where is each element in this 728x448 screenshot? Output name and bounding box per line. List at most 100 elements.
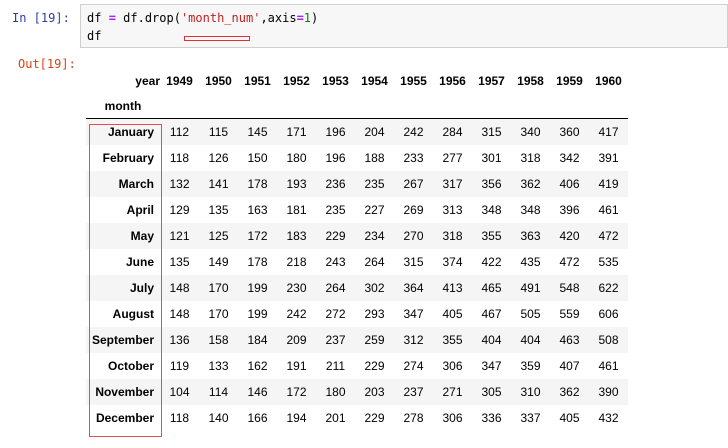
index-name-row: month [86,94,628,119]
table-cell: 364 [403,281,424,295]
table-row: July 148 170 199 230 264 302 364 413 465 491 548 622 [86,275,628,301]
table-cell: 242 [286,307,307,321]
row-index-label: August [112,307,154,321]
table-cell: 183 [286,229,307,243]
column-header-row: year 1949 1950 1951 1952 1953 1954 1955 1956 195… [86,68,628,94]
table-cell: 374 [442,255,463,269]
table-cell: 548 [559,281,580,295]
table-cell: 233 [403,151,424,165]
table-cell: 135 [169,255,190,269]
table-cell: 140 [208,411,229,425]
row-index-label: March [118,177,154,191]
table-cell: 405 [559,411,580,425]
table-cell: 234 [364,229,385,243]
table-cell: 312 [403,333,424,347]
table-cell: 158 [208,333,229,347]
row-index-label: July [129,281,154,295]
row-index-label: April [126,203,154,217]
table-cell: 342 [559,151,580,165]
table-cell: 129 [169,203,190,217]
code-token: ,axis [260,11,297,25]
table-cell: 360 [550,118,589,145]
table-cell: 278 [403,411,424,425]
row-index-label: December [95,411,154,425]
table-cell: 229 [364,411,385,425]
column-header: 1959 [556,74,583,88]
table-row: September 136 158 184 209 237 259 312 355 404 404 4… [86,327,628,353]
table-cell: 194 [286,411,307,425]
table-cell: 166 [247,411,268,425]
table-cell: 272 [325,307,346,321]
table-cell: 132 [169,177,190,191]
table-cell: 199 [247,281,268,295]
table-cell: 178 [247,177,268,191]
code-line-2: df [87,29,102,43]
table-cell: 170 [208,307,229,321]
index-name-header: month [104,99,142,113]
table-cell: 362 [559,385,580,399]
table-cell: 271 [442,385,463,399]
table-cell: 181 [286,203,307,217]
table-cell: 229 [325,229,346,243]
table-row: March 132 141 178 193 236 235 267 317 356 362 406 41… [86,171,628,197]
table-cell: 121 [169,229,190,243]
table-cell: 404 [520,333,541,347]
table-cell: 269 [403,203,424,217]
table-cell: 236 [325,177,346,191]
table-cell: 150 [247,151,268,165]
code-string: 'month_num' [180,11,261,25]
column-header: 1949 [166,74,193,88]
table-cell: 535 [598,255,619,269]
table-cell: 242 [394,118,433,145]
table-row: November 104 114 146 172 180 203 237 271 305 310 36… [86,379,628,405]
table-body: January 112 115 145 171 196 204 242 284 315 340 360… [86,118,628,432]
table-cell: 472 [598,229,619,243]
table-cell: 172 [247,229,268,243]
table-cell: 405 [442,307,463,321]
table-cell: 193 [286,177,307,191]
table-cell: 461 [598,203,619,217]
table-cell: 435 [520,255,541,269]
table-cell: 362 [520,177,541,191]
table-cell: 104 [169,385,190,399]
table-cell: 259 [364,333,385,347]
table-cell: 114 [208,385,229,399]
table-row: June 135 149 178 218 243 264 315 374 422 435 472 535 [86,249,628,275]
table-cell: 432 [598,411,619,425]
table-row: April 129 135 163 181 235 227 269 313 348 348 396 46… [86,197,628,223]
table-cell: 237 [403,385,424,399]
table-cell: 465 [481,281,502,295]
table-cell: 348 [520,203,541,217]
table-cell: 413 [442,281,463,295]
column-header: 1951 [244,74,271,88]
table-cell: 118 [169,151,190,165]
table-cell: 243 [325,255,346,269]
table-cell: 293 [364,307,385,321]
table-cell: 171 [277,118,316,145]
code-input-area[interactable]: df = df.drop('month_num',axis=1) df [80,4,728,48]
table-cell: 203 [364,385,385,399]
table-cell: 315 [403,255,424,269]
table-cell: 148 [169,281,190,295]
column-header: 1955 [400,74,427,88]
table-cell: 211 [325,359,346,373]
table-cell: 125 [208,229,229,243]
column-header: 1954 [361,74,388,88]
table-cell: 355 [481,229,502,243]
row-index-label: October [107,359,154,373]
table-cell: 347 [481,359,502,373]
table-cell: 363 [520,229,541,243]
table-cell: 227 [364,203,385,217]
column-header: 1960 [595,74,622,88]
table-cell: 274 [403,359,424,373]
table-cell: 126 [208,151,229,165]
table-cell: 230 [286,281,307,295]
table-cell: 306 [442,411,463,425]
table-cell: 141 [208,177,229,191]
table-cell: 112 [160,118,199,145]
table-cell: 422 [481,255,502,269]
table-cell: 472 [559,255,580,269]
table-cell: 178 [247,255,268,269]
row-index-label: January [86,118,160,145]
table-cell: 235 [364,177,385,191]
